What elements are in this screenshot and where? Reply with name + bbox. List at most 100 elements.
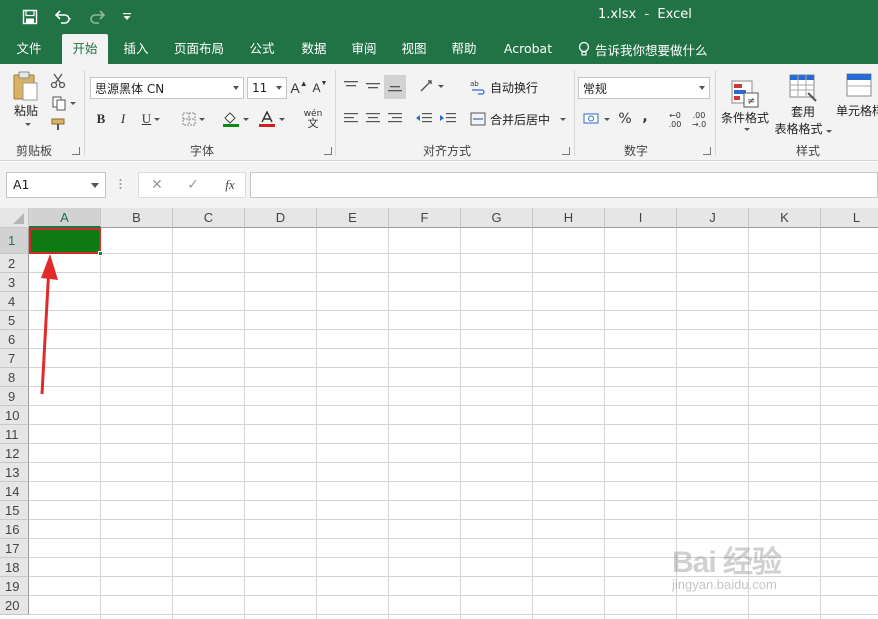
tab-formulas[interactable]: 公式 (240, 34, 284, 64)
italic-button[interactable]: I (114, 108, 132, 130)
accounting-format-button[interactable] (580, 108, 612, 130)
orientation-button[interactable] (416, 76, 446, 96)
font-name-select[interactable]: 思源黑体 CN (90, 77, 244, 99)
row-header[interactable]: 10 (0, 406, 29, 425)
tab-file[interactable]: 文件 (6, 34, 52, 64)
row-header[interactable]: 3 (0, 273, 29, 292)
wrap-text-button[interactable]: ab 自动换行 (470, 76, 544, 98)
column-header[interactable]: A (29, 208, 101, 228)
cut-icon[interactable] (48, 72, 68, 90)
column-header[interactable]: H (533, 208, 605, 228)
format-painter-icon[interactable] (48, 116, 68, 134)
selected-cell-a1[interactable] (29, 228, 101, 254)
row-header[interactable]: 8 (0, 368, 29, 387)
format-as-table-icon (789, 74, 817, 102)
row-header[interactable]: 6 (0, 330, 29, 349)
formula-input[interactable] (250, 172, 878, 198)
tab-acrobat[interactable]: Acrobat (496, 34, 560, 64)
grid-line (29, 348, 878, 349)
select-all-button[interactable] (0, 208, 29, 228)
merge-center-button[interactable]: 合并后居中 (470, 108, 570, 130)
font-size-select[interactable]: 11 (247, 77, 287, 99)
row-header[interactable]: 18 (0, 558, 29, 577)
tab-help[interactable]: 帮助 (442, 34, 486, 64)
row-header[interactable]: 11 (0, 425, 29, 444)
number-launcher-icon[interactable] (703, 147, 711, 155)
column-header[interactable]: C (173, 208, 245, 228)
grid-line (29, 310, 878, 311)
align-top-icon[interactable] (342, 76, 360, 96)
alignment-launcher-icon[interactable] (562, 147, 570, 155)
cell-styles-button[interactable]: 单元格样 (834, 72, 878, 124)
row-header[interactable]: 12 (0, 444, 29, 463)
tab-view[interactable]: 视图 (392, 34, 436, 64)
align-right-icon[interactable] (386, 108, 404, 128)
row-header[interactable]: 7 (0, 349, 29, 368)
increase-indent-icon[interactable] (438, 108, 458, 128)
formula-bar-grip[interactable] (119, 177, 122, 191)
align-middle-icon[interactable] (364, 76, 382, 96)
decrease-decimal-button[interactable]: .00 →.0 (688, 108, 710, 132)
row-header[interactable]: 14 (0, 482, 29, 501)
row-header[interactable]: 4 (0, 292, 29, 311)
row-header[interactable]: 19 (0, 577, 29, 596)
increase-decimal-button[interactable]: ←0 .00 (664, 108, 686, 132)
underline-button[interactable]: U (136, 108, 166, 130)
row-header[interactable]: 16 (0, 520, 29, 539)
clipboard-launcher-icon[interactable] (72, 147, 80, 155)
column-header[interactable]: D (245, 208, 317, 228)
comma-button[interactable]: , (638, 106, 652, 128)
redo-icon[interactable] (84, 6, 114, 28)
tab-insert[interactable]: 插入 (114, 34, 158, 64)
grow-font-button[interactable]: A ▲ (290, 77, 307, 99)
column-header[interactable]: B (101, 208, 173, 228)
row-header[interactable]: 15 (0, 501, 29, 520)
fill-handle[interactable] (98, 251, 103, 256)
column-header[interactable]: G (461, 208, 533, 228)
row-header[interactable]: 20 (0, 596, 29, 615)
bold-button[interactable]: B (92, 108, 110, 130)
customize-qat-icon[interactable] (118, 6, 136, 28)
column-header[interactable]: K (749, 208, 821, 228)
column-header[interactable]: I (605, 208, 677, 228)
tab-page-layout[interactable]: 页面布局 (166, 34, 232, 64)
tab-review[interactable]: 审阅 (342, 34, 386, 64)
row-header[interactable]: 2 (0, 254, 29, 273)
paste-button[interactable]: 粘贴 (8, 70, 44, 126)
shrink-font-button[interactable]: A ▼ (312, 77, 328, 99)
column-header[interactable]: F (389, 208, 461, 228)
grid-line (29, 519, 878, 520)
name-box[interactable]: A1 (6, 172, 106, 198)
column-header[interactable]: E (317, 208, 389, 228)
percent-button[interactable]: % (616, 108, 634, 130)
format-as-table-button[interactable]: 套用 表格格式 (772, 72, 834, 138)
tab-home[interactable]: 开始 (62, 34, 108, 64)
fill-color-button[interactable] (220, 108, 250, 130)
tell-me-box[interactable]: 告诉我你想要做什么 (577, 34, 708, 64)
borders-button[interactable] (176, 108, 210, 130)
column-header[interactable]: J (677, 208, 749, 228)
row-header[interactable]: 5 (0, 311, 29, 330)
font-color-button[interactable] (256, 108, 286, 130)
undo-icon[interactable] (48, 6, 78, 28)
row-header[interactable]: 13 (0, 463, 29, 482)
align-center-icon[interactable] (364, 108, 382, 128)
number-format-select[interactable]: 常规 (578, 77, 710, 99)
phonetic-button[interactable]: wén 文 (298, 106, 328, 132)
align-left-icon[interactable] (342, 108, 360, 128)
tab-data[interactable]: 数据 (292, 34, 336, 64)
cancel-icon[interactable]: ✕ (147, 175, 167, 195)
row-header[interactable]: 17 (0, 539, 29, 558)
font-launcher-icon[interactable] (324, 147, 332, 155)
save-icon[interactable] (18, 6, 42, 28)
insert-function-icon[interactable]: fx (219, 175, 241, 195)
align-bottom-icon[interactable] (384, 75, 406, 99)
decrease-indent-icon[interactable] (414, 108, 434, 128)
column-header[interactable]: L (821, 208, 878, 228)
name-box-value: A1 (13, 177, 30, 192)
row-header[interactable]: 1 (0, 228, 29, 254)
copy-icon[interactable] (48, 94, 78, 112)
row-header[interactable]: 9 (0, 387, 29, 406)
conditional-format-button[interactable]: ≠ 条件格式 (718, 72, 772, 138)
enter-icon[interactable]: ✓ (183, 175, 203, 195)
